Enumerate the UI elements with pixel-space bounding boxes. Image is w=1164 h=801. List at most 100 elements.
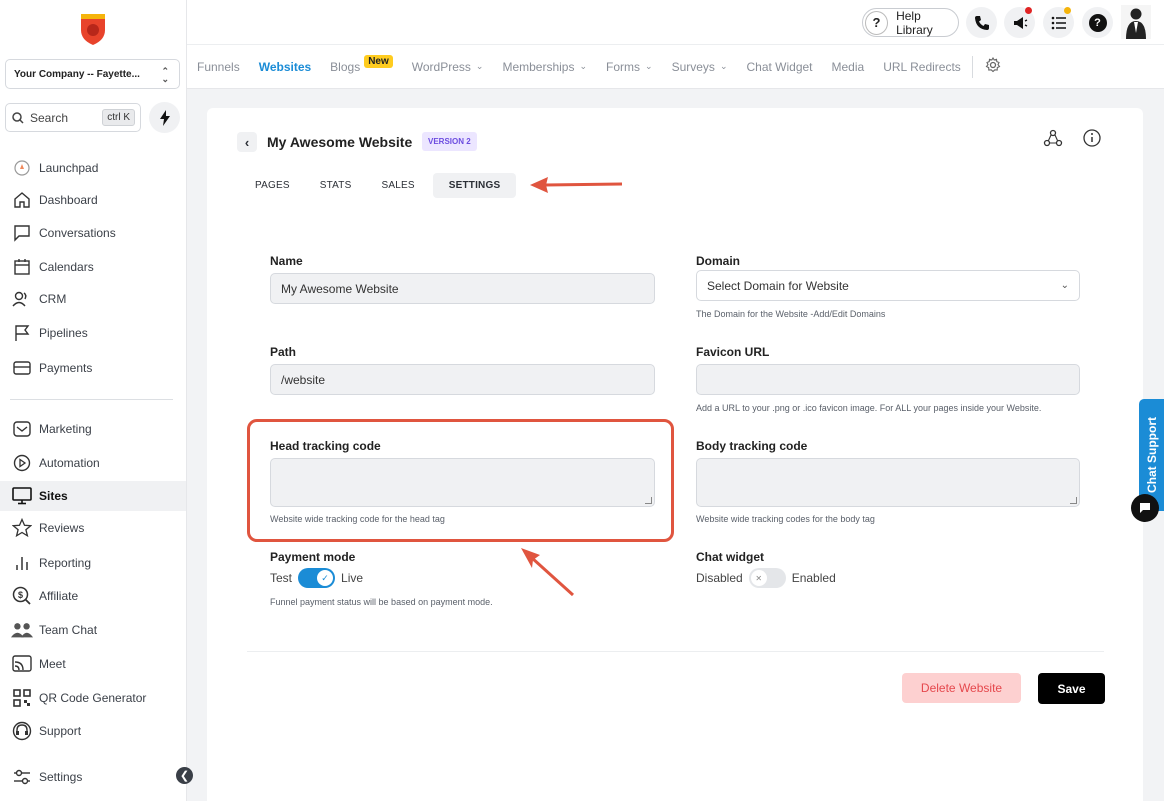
help-circle-icon: ? xyxy=(1088,13,1107,32)
avatar[interactable] xyxy=(1121,5,1151,39)
sidebar-item-dashboard[interactable]: Dashboard xyxy=(0,185,186,215)
help-button[interactable]: ? xyxy=(1082,7,1113,38)
chat-icon xyxy=(11,223,33,243)
sidebar-item-reviews[interactable]: Reviews xyxy=(0,513,186,543)
page-title: My Awesome Website xyxy=(267,134,413,150)
payment-mode-toggle-row: Test ✓ Live xyxy=(270,568,363,588)
search-box[interactable]: Search ctrl K xyxy=(5,103,141,132)
favicon-url-field[interactable] xyxy=(696,364,1080,395)
tab-websites[interactable]: Websites xyxy=(259,60,311,74)
sidebar-item-label: Sites xyxy=(39,489,68,503)
quick-actions-button[interactable] xyxy=(149,102,180,133)
payment-mode-hint: Funnel payment status will be based on p… xyxy=(270,597,493,607)
path-value: /website xyxy=(281,372,326,387)
sidebar-item-team-chat[interactable]: Team Chat xyxy=(0,615,186,645)
tab-wordpress[interactable]: WordPress ⌄ xyxy=(412,60,484,74)
chat-enabled-label: Enabled xyxy=(791,571,836,585)
phone-button[interactable] xyxy=(966,7,997,38)
sidebar-item-meet[interactable]: Meet xyxy=(0,649,186,679)
chevron-down-icon: ⌄ xyxy=(475,61,484,71)
path-label: Path xyxy=(270,345,297,359)
sidebar-item-support[interactable]: Support xyxy=(0,716,186,746)
path-field[interactable]: /website xyxy=(270,364,655,395)
sidebar-item-label: Launchpad xyxy=(39,161,99,175)
payment-live-label: Live xyxy=(341,571,364,585)
sidebar-item-label: Dashboard xyxy=(39,193,98,207)
help-library-button[interactable]: ? Help Library xyxy=(862,8,959,37)
payment-mode-toggle[interactable]: ✓ xyxy=(298,568,336,588)
sidebar-item-label: Support xyxy=(39,724,82,738)
tab-blogs[interactable]: Blogs New xyxy=(330,55,393,74)
subtab-stats[interactable]: STATS xyxy=(308,173,364,198)
sidebar-item-reporting[interactable]: Reporting xyxy=(0,548,186,578)
company-logo[interactable] xyxy=(77,10,109,46)
delete-website-button[interactable]: Delete Website xyxy=(902,673,1021,703)
sidebar-item-marketing[interactable]: Marketing xyxy=(0,414,186,444)
tab-label: URL Redirects xyxy=(883,59,961,74)
tab-forms[interactable]: Forms ⌄ xyxy=(606,60,653,74)
gear-icon[interactable] xyxy=(985,56,1001,76)
sidebar-item-qr-code-generator[interactable]: QR Code Generator xyxy=(0,683,186,713)
info-icon[interactable] xyxy=(1082,128,1102,148)
subtab-sales[interactable]: SALES xyxy=(369,173,426,198)
qr-icon xyxy=(11,688,33,708)
announcements-button[interactable] xyxy=(1004,7,1035,38)
tab-chat-widget[interactable]: Chat Widget xyxy=(746,60,812,74)
sidebar-item-crm[interactable]: CRM xyxy=(0,284,186,314)
chevron-down-icon: ⌄ xyxy=(579,61,588,71)
company-switcher[interactable]: Your Company -- Fayette... ⌃ ⌄ xyxy=(5,59,180,89)
svg-text:$: $ xyxy=(18,590,23,600)
home-icon xyxy=(11,190,33,210)
check-icon: ✓ xyxy=(317,570,334,586)
chevron-down-icon: ⌄ xyxy=(719,61,728,71)
resize-handle[interactable] xyxy=(1070,497,1077,504)
domain-value: Select Domain for Website xyxy=(707,278,849,293)
megaphone-icon xyxy=(1013,16,1027,29)
back-button[interactable]: ‹ xyxy=(237,132,257,152)
chat-widget-toggle[interactable]: ✕ xyxy=(748,568,786,588)
search-icon xyxy=(12,111,24,124)
sidebar-item-settings[interactable]: Settings xyxy=(0,762,186,792)
calendar-icon xyxy=(11,257,33,277)
sidebar-item-sites[interactable]: Sites xyxy=(0,481,186,511)
list-icon xyxy=(1051,16,1066,29)
body-tracking-textarea[interactable] xyxy=(696,458,1080,507)
sidebar-item-conversations[interactable]: Conversations xyxy=(0,218,186,248)
tab-media[interactable]: Media xyxy=(832,60,865,74)
chat-support-label: Chat Support xyxy=(1144,417,1159,493)
sidebar-item-calendars[interactable]: Calendars xyxy=(0,252,186,282)
sidebar-item-affiliate[interactable]: $ Affiliate xyxy=(0,581,186,611)
share-network-icon[interactable] xyxy=(1043,128,1063,148)
sidebar-item-payments[interactable]: Payments xyxy=(0,353,186,383)
collapse-sidebar-button[interactable]: ❮ xyxy=(176,767,193,784)
tab-label: Blogs xyxy=(330,59,361,74)
chat-widget-toggle-row: Disabled ✕ Enabled xyxy=(696,568,836,588)
message-icon xyxy=(1140,503,1150,513)
domain-label: Domain xyxy=(696,254,741,268)
subtab-pages[interactable]: PAGES xyxy=(243,173,302,198)
name-field[interactable]: My Awesome Website xyxy=(270,273,655,304)
search-label: Search xyxy=(30,110,69,125)
sidebar-item-label: Automation xyxy=(39,456,100,470)
domain-select[interactable]: Select Domain for Website ⌄ xyxy=(696,270,1080,301)
sidebar-item-label: Reviews xyxy=(39,521,85,535)
tasks-button[interactable] xyxy=(1043,7,1074,38)
lightning-icon xyxy=(159,109,170,126)
tab-label: Chat Widget xyxy=(746,59,813,74)
bar-chart-icon xyxy=(11,553,33,573)
subtab-settings[interactable]: SETTINGS xyxy=(432,173,517,198)
sidebar-divider xyxy=(10,399,173,400)
tab-surveys[interactable]: Surveys ⌄ xyxy=(672,60,728,74)
tab-memberships[interactable]: Memberships ⌄ xyxy=(502,60,587,74)
help-library-label: Help Library xyxy=(896,8,933,37)
sidebar-item-pipelines[interactable]: Pipelines xyxy=(0,318,186,348)
tab-funnels[interactable]: Funnels xyxy=(197,60,240,74)
save-button[interactable]: Save xyxy=(1038,673,1105,704)
sidebar-item-automation[interactable]: Automation xyxy=(0,448,186,478)
sidebar-item-launchpad[interactable]: Launchpad xyxy=(0,153,186,183)
tab-url-redirects[interactable]: URL Redirects xyxy=(883,60,961,74)
sidebar: Your Company -- Fayette... ⌃ ⌄ Search ctr… xyxy=(0,0,193,801)
chevron-left-icon: ❮ xyxy=(179,770,190,782)
chat-bubble-button[interactable] xyxy=(1131,494,1159,522)
sidebar-item-label: Settings xyxy=(39,770,83,784)
